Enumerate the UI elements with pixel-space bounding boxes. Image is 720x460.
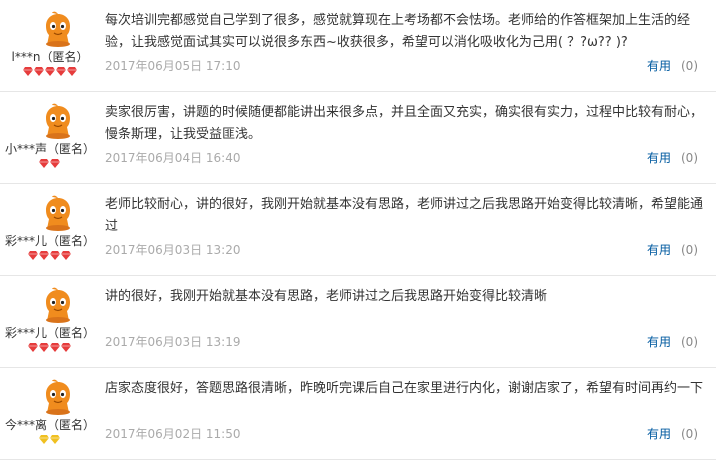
review-text: 店家态度很好，答题思路很清晰，昨晚听完课后自己在家里进行内化，谢谢店家了，希望有… [105,381,704,396]
avatar-icon[interactable] [37,192,79,234]
reviewer-level-badges [28,251,71,263]
useful-button[interactable]: 有用 [647,151,671,165]
review-date: 2017年06月04日 16:40 [105,151,241,165]
reviewer-info: l***n（匿名） [0,0,100,92]
useful-vote: 有用 (0) [647,57,698,74]
review-text: 卖家很厉害，讲题的时候随便都能讲出来很多点，并且全面又充实，确实很有实力，过程中… [105,105,704,142]
reviewer-username: l***n（匿名） [11,50,89,64]
diamond-badge-icon [39,343,49,355]
diamond-badge-icon [50,343,60,355]
reviewer-info: 小***声（匿名） [0,92,100,184]
reviewer-level-badges [28,343,71,355]
diamond-badge-icon [23,67,33,79]
diamond-badge-icon [50,159,60,171]
review-list: l***n（匿名） 每次培训完都感觉自己学到了很多，感觉就算现在上考场都不会怯场… [0,0,720,460]
useful-count: (0) [681,59,698,73]
avatar-icon[interactable] [37,376,79,418]
reviewer-level-badges [39,435,60,447]
reviewer-info: 彩***儿（匿名） [0,184,100,276]
useful-button[interactable]: 有用 [647,427,671,441]
reviewer-level-badges [23,67,77,79]
review-item: 小***声（匿名） 卖家很厉害，讲题的时候随便都能讲出来很多点，并且全面又充实，… [0,92,716,184]
diamond-badge-icon [56,67,66,79]
review-item: 彩***儿（匿名） 讲的很好，我刚开始就基本没有思路，老师讲过之后我思路开始变得… [0,276,716,368]
review-date: 2017年06月03日 13:19 [105,335,241,349]
diamond-badge-icon [39,435,49,447]
diamond-badge-icon [50,435,60,447]
reviewer-username: 小***声（匿名） [4,142,95,156]
useful-vote: 有用 (0) [647,241,698,258]
review-date: 2017年06月02日 11:50 [105,427,241,441]
review-text: 讲的很好，我刚开始就基本没有思路，老师讲过之后我思路开始变得比较清晰 [105,289,548,304]
review-text: 老师比较耐心，讲的很好，我刚开始就基本没有思路，老师讲过之后我思路开始变得比较清… [105,197,704,234]
review-item: 今***离（匿名） 店家态度很好，答题思路很清晰，昨晚听完课后自己在家里进行内化… [0,368,716,460]
review-item: l***n（匿名） 每次培训完都感觉自己学到了很多，感觉就算现在上考场都不会怯场… [0,0,716,92]
diamond-badge-icon [67,67,77,79]
useful-count: (0) [681,427,698,441]
review-date: 2017年06月05日 17:10 [105,59,241,73]
useful-vote: 有用 (0) [647,333,698,350]
reviewer-username: 彩***儿（匿名） [4,326,95,340]
diamond-badge-icon [50,251,60,263]
reviewer-level-badges [39,159,60,171]
useful-vote: 有用 (0) [647,149,698,166]
useful-button[interactable]: 有用 [647,243,671,257]
review-item: 彩***儿（匿名） 老师比较耐心，讲的很好，我刚开始就基本没有思路，老师讲过之后… [0,184,716,276]
diamond-badge-icon [28,251,38,263]
useful-count: (0) [681,151,698,165]
diamond-badge-icon [34,67,44,79]
useful-vote: 有用 (0) [647,425,698,442]
diamond-badge-icon [61,251,71,263]
review-date: 2017年06月03日 13:20 [105,243,241,257]
diamond-badge-icon [61,343,71,355]
reviewer-info: 今***离（匿名） [0,368,100,460]
review-text: 每次培训完都感觉自己学到了很多，感觉就算现在上考场都不会怯场。老师给的作答框架加… [105,13,691,50]
diamond-badge-icon [45,67,55,79]
avatar-icon[interactable] [37,100,79,142]
avatar-icon[interactable] [37,8,79,50]
useful-button[interactable]: 有用 [647,335,671,349]
diamond-badge-icon [28,343,38,355]
useful-count: (0) [681,335,698,349]
diamond-badge-icon [39,251,49,263]
reviewer-username: 彩***儿（匿名） [4,234,95,248]
reviewer-info: 彩***儿（匿名） [0,276,100,368]
useful-count: (0) [681,243,698,257]
diamond-badge-icon [39,159,49,171]
reviewer-username: 今***离（匿名） [4,418,95,432]
avatar-icon[interactable] [37,284,79,326]
useful-button[interactable]: 有用 [647,59,671,73]
